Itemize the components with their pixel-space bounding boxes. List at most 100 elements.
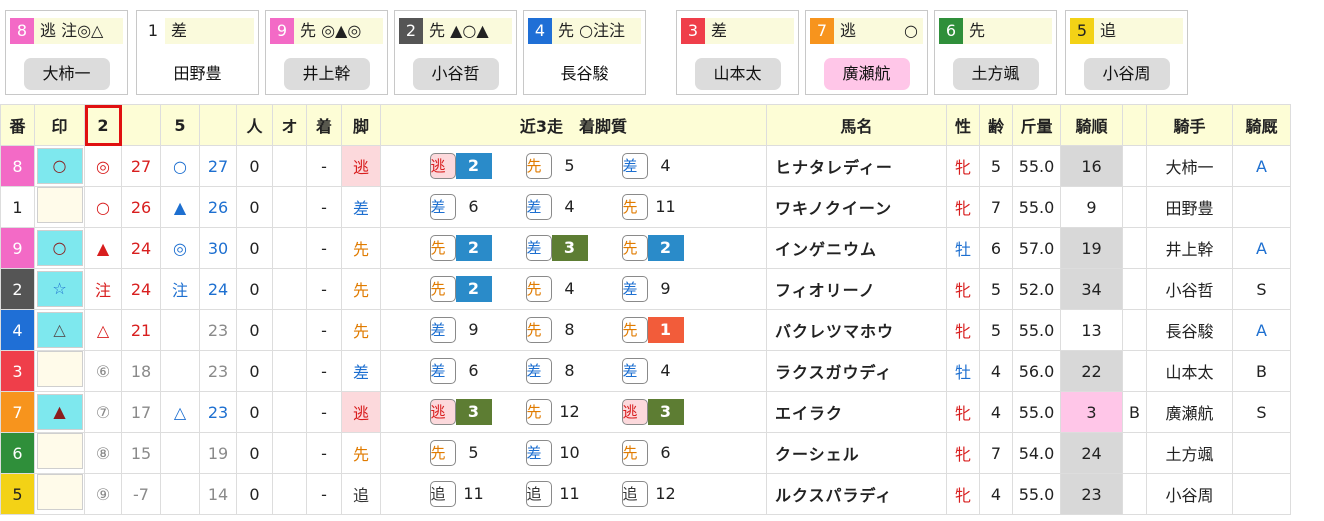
header-recent-runs[interactable]: 近3走 着脚質	[380, 104, 767, 146]
card-jockey-button[interactable]: 土方颯	[952, 58, 1039, 90]
run-place: 6	[468, 197, 479, 216]
jockey-name[interactable]: 井上幹	[1146, 227, 1233, 269]
running-style: 逃	[341, 391, 381, 433]
run-place-badge: 2	[647, 235, 684, 261]
header-kijun[interactable]: 騎順	[1060, 104, 1123, 146]
prediction-mark[interactable]: ☆	[36, 271, 83, 307]
table-row[interactable]: 4 △ △ 21 23 0- 先差 9 先 8 先 1 バクレツマホウ牝 5 55.0 13 長谷駿 A	[0, 309, 1291, 351]
header-shirushi[interactable]: 印	[34, 104, 85, 146]
recent-run: 先8	[525, 317, 622, 343]
run-style-badge: 先	[621, 235, 648, 261]
jockey-stable: S	[1232, 391, 1291, 433]
header-horse-name[interactable]: 馬名	[766, 104, 947, 146]
header-ashi[interactable]: 脚	[341, 104, 381, 146]
card-jockey-button[interactable]: 小谷周	[1083, 58, 1170, 90]
table-row[interactable]: 5 ⑨ -7 14 0- 追追 11 追 11 追 12 ルクスパラディ牝 4 55.0 23 小谷周	[0, 473, 1291, 515]
card-jockey-button[interactable]: 大柿一	[23, 58, 110, 90]
horse-name[interactable]: ラクスガウディ	[766, 350, 947, 392]
horse-card[interactable]: 3 差山本太	[676, 10, 799, 95]
table-row[interactable]: 7 ▲ ⑦ 17 △ 23 0- 逃逃 3 先 12 逃 3 エイラク牝 4 55.0 3 B 廣瀬航 S	[0, 391, 1291, 433]
header-weight[interactable]: 斤量	[1012, 104, 1061, 146]
jockey-name[interactable]: 土方颯	[1146, 432, 1233, 474]
col2-mark: △	[84, 309, 122, 351]
jockey-name[interactable]: 田野豊	[1146, 186, 1233, 228]
card-jockey-button[interactable]: 山本太	[694, 58, 781, 90]
horse-name[interactable]: クーシェル	[766, 432, 947, 474]
header-sex[interactable]: 性	[946, 104, 980, 146]
header-jockey[interactable]: 騎手	[1146, 104, 1233, 146]
table-row[interactable]: 3 ⑥ 18 23 0- 差差 6 差 8 差 4 ラクスガウディ牡 4 56.0 22 山本太 B	[0, 350, 1291, 392]
card-jockey-button[interactable]: 田野豊	[155, 58, 241, 90]
jockey-name[interactable]: 山本太	[1146, 350, 1233, 392]
header-chaku[interactable]: 着	[306, 104, 342, 146]
horse-card[interactable]: 2 先 ▲○▲ 小谷哲	[394, 10, 517, 95]
horse-name[interactable]: ルクスパラディ	[766, 473, 947, 515]
mark-cell[interactable]: ▲	[34, 391, 85, 433]
table-row[interactable]: 1 ○ 26 ▲ 26 0- 差差 6 差 4 先 11 ワキノクイーン牝 7 55.0 9 田野豊	[0, 186, 1291, 228]
horse-card[interactable]: 6 先土方颯	[934, 10, 1057, 95]
table-row[interactable]: 9 ○ ▲ 24 ◎ 30 0- 先先 2 差 3 先 2 インゲニウム牡 6 57.0 19 井上幹 A	[0, 227, 1291, 269]
jockey-name[interactable]: 大柿一	[1146, 145, 1233, 187]
run-place: 11	[559, 484, 580, 503]
prediction-mark[interactable]: ▲	[36, 394, 83, 430]
header-o[interactable]: オ	[272, 104, 307, 146]
horse-card[interactable]: 1 差田野豊	[136, 10, 259, 95]
mark-cell[interactable]: ☆	[34, 268, 85, 310]
horse-card[interactable]: 8 逃 注◎△ 大柿一	[5, 10, 128, 95]
table-row[interactable]: 6 ⑧ 15 19 0- 先先 5 差 10 先 6 クーシェル牝 7 54.0 24 土方颯	[0, 432, 1291, 474]
header-col-5-value	[199, 104, 237, 146]
jockey-name[interactable]: 小谷哲	[1146, 268, 1233, 310]
header-kyu[interactable]: 騎厩	[1232, 104, 1291, 146]
card-jockey-button[interactable]: 井上幹	[283, 58, 370, 90]
run-place: 10	[559, 443, 580, 462]
jockey-rank: 19	[1060, 227, 1123, 269]
jockey-name[interactable]: 廣瀬航	[1146, 391, 1233, 433]
header-age[interactable]: 齢	[979, 104, 1013, 146]
recent-run: 先1	[621, 317, 718, 343]
horse-card[interactable]: 9 先 ◎▲◎ 井上幹	[265, 10, 388, 95]
jockey-name[interactable]: 小谷周	[1146, 473, 1233, 515]
header-ban[interactable]: 番	[0, 104, 35, 146]
header-extra	[1122, 104, 1147, 146]
prediction-mark[interactable]: △	[36, 312, 83, 348]
header-col-2[interactable]: 2	[84, 104, 122, 146]
mark-cell[interactable]	[34, 473, 85, 515]
prediction-mark[interactable]	[36, 474, 83, 510]
mark-cell[interactable]: ○	[34, 227, 85, 269]
finish: -	[306, 145, 342, 187]
horse-name[interactable]: ワキノクイーン	[766, 186, 947, 228]
card-jockey-button[interactable]: 長谷駿	[542, 58, 628, 90]
prediction-mark[interactable]: ○	[36, 148, 83, 184]
prediction-mark[interactable]: ○	[36, 230, 83, 266]
recent-run: 差 10	[525, 440, 622, 466]
finish: -	[306, 268, 342, 310]
horse-name[interactable]: フィオリーノ	[766, 268, 947, 310]
horse-name[interactable]: エイラク	[766, 391, 947, 433]
carried-weight: 55.0	[1012, 145, 1061, 187]
card-jockey-button[interactable]: 小谷哲	[412, 58, 499, 90]
mark-cell[interactable]: △	[34, 309, 85, 351]
mark-cell[interactable]	[34, 432, 85, 474]
horse-name[interactable]: インゲニウム	[766, 227, 947, 269]
mark-cell[interactable]	[34, 186, 85, 228]
header-col-5[interactable]: 5	[160, 104, 200, 146]
mark-cell[interactable]: ○	[34, 145, 85, 187]
prediction-mark[interactable]	[36, 351, 83, 387]
horse-name[interactable]: バクレツマホウ	[766, 309, 947, 351]
recent-run: 差4	[621, 153, 718, 179]
jockey-name[interactable]: 長谷駿	[1146, 309, 1233, 351]
mark-cell[interactable]	[34, 350, 85, 392]
header-nin[interactable]: 人	[236, 104, 273, 146]
table-row[interactable]: 8 ○ ◎ 27 ○ 27 0- 逃逃 2 先 5 差 4 ヒナタレディー牝 5 55.0 16 大柿一 A	[0, 145, 1291, 187]
prediction-mark[interactable]	[36, 433, 83, 469]
col2-mark: ⑦	[84, 391, 122, 433]
col2-mark: ⑨	[84, 473, 122, 515]
horse-card[interactable]: 5 追小谷周	[1065, 10, 1188, 95]
horse-card[interactable]: 4 先 ○注注 長谷駿	[523, 10, 646, 95]
card-jockey-button[interactable]: 廣瀬航	[823, 58, 910, 90]
horse-card[interactable]: 7 逃 ○ 廣瀬航	[805, 10, 928, 95]
run-style-badge: 差	[621, 153, 648, 179]
horse-name[interactable]: ヒナタレディー	[766, 145, 947, 187]
table-row[interactable]: 2 ☆ 注 24 注 24 0- 先先 2 先 4 差 9 フィオリーノ牝 5 52.0 34 小谷哲 S	[0, 268, 1291, 310]
prediction-mark[interactable]	[36, 187, 83, 223]
